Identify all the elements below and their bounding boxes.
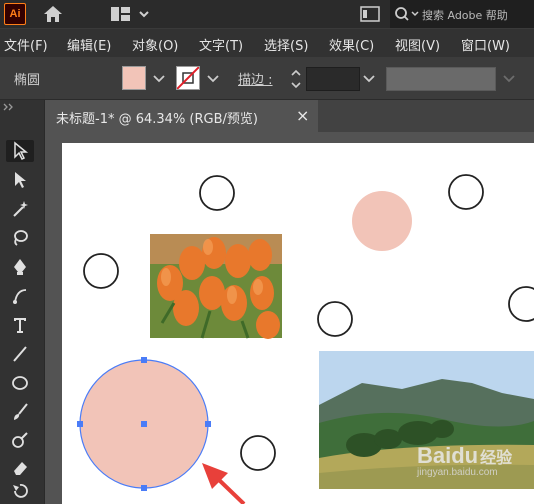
magic-wand-tool[interactable] bbox=[6, 198, 34, 220]
home-icon[interactable] bbox=[42, 4, 64, 24]
artboard[interactable]: Baidu 经验 jingyan.baidu.com bbox=[62, 143, 534, 504]
close-icon[interactable]: × bbox=[296, 106, 309, 125]
ellipse-tool[interactable] bbox=[6, 372, 34, 394]
document-tab-title: 未标题-1* @ 64.34% (RGB/预览) bbox=[56, 112, 258, 127]
pen-icon bbox=[14, 259, 26, 275]
selection-type-label: 椭圆 bbox=[14, 73, 41, 88]
magic-wand-icon bbox=[13, 201, 28, 217]
paintbrush-tool[interactable] bbox=[6, 401, 34, 423]
tools-panel bbox=[0, 100, 45, 504]
direct-selection-arrow-icon bbox=[15, 172, 26, 188]
menu-select[interactable]: 选择(S) bbox=[264, 35, 308, 54]
no-stroke-icon bbox=[177, 67, 199, 89]
lasso-icon bbox=[14, 230, 28, 246]
menu-type[interactable]: 文字(T) bbox=[199, 35, 243, 54]
direct-selection-tool[interactable] bbox=[6, 169, 34, 191]
small-circle[interactable] bbox=[317, 301, 353, 337]
app-title-bar: Ai 搜索 Adobe 帮助 bbox=[0, 0, 534, 28]
line-tool[interactable] bbox=[6, 343, 34, 365]
small-circle[interactable] bbox=[240, 435, 276, 471]
workspace-switcher-icon[interactable] bbox=[110, 5, 150, 23]
pen-tool[interactable] bbox=[6, 256, 34, 278]
blob-brush-tool[interactable] bbox=[6, 430, 34, 452]
type-tool[interactable] bbox=[6, 314, 34, 336]
control-bar: 椭圆 描边 : bbox=[0, 57, 534, 100]
variable-width-profile[interactable] bbox=[386, 67, 496, 91]
rotate-icon bbox=[13, 484, 28, 498]
search-icon bbox=[395, 7, 419, 21]
menu-object[interactable]: 对象(O) bbox=[132, 35, 178, 54]
selection-arrow-icon bbox=[14, 141, 29, 161]
small-circle[interactable] bbox=[83, 253, 119, 289]
eraser-tool[interactable] bbox=[6, 457, 34, 479]
stroke-stepper[interactable] bbox=[288, 66, 304, 92]
menu-view[interactable]: 视图(V) bbox=[395, 35, 440, 54]
watermark-brand-cn: 经验 bbox=[480, 450, 513, 467]
pink-filled-circle[interactable] bbox=[352, 191, 412, 251]
chevron-down-icon[interactable] bbox=[204, 71, 222, 85]
tulip-image[interactable] bbox=[150, 234, 282, 339]
chevron-down-icon[interactable] bbox=[360, 71, 378, 85]
lasso-tool[interactable] bbox=[6, 227, 34, 249]
watermark-brand: Baidu bbox=[417, 443, 479, 468]
selection-tool[interactable] bbox=[6, 140, 34, 162]
curvature-pen-icon bbox=[13, 289, 27, 304]
ellipse-icon bbox=[12, 376, 28, 390]
eraser-icon bbox=[14, 462, 27, 475]
stroke-weight-input[interactable] bbox=[306, 67, 360, 91]
baidu-watermark: Baidu 经验 jingyan.baidu.com bbox=[417, 443, 512, 478]
small-circle[interactable] bbox=[448, 174, 484, 210]
paintbrush-icon bbox=[14, 403, 28, 420]
selected-circle[interactable] bbox=[77, 357, 211, 491]
stroke-color-swatch[interactable] bbox=[176, 66, 200, 90]
collapse-panel-icon[interactable] bbox=[2, 102, 16, 112]
search-label: 搜索 Adobe 帮助 bbox=[422, 9, 508, 22]
small-circle[interactable] bbox=[199, 175, 235, 211]
curvature-tool[interactable] bbox=[6, 285, 34, 307]
type-t-icon bbox=[14, 318, 26, 333]
menu-bar: 文件(F) 编辑(E) 对象(O) 文字(T) 选择(S) 效果(C) 视图(V… bbox=[0, 28, 534, 57]
small-circle[interactable] bbox=[508, 286, 534, 322]
menu-window[interactable]: 窗口(W) bbox=[461, 35, 510, 54]
search-box[interactable]: 搜索 Adobe 帮助 bbox=[390, 0, 534, 28]
app-logo: Ai bbox=[4, 3, 26, 25]
line-segment-icon bbox=[13, 346, 27, 362]
annotation-arrow bbox=[202, 463, 246, 504]
chevron-down-icon[interactable] bbox=[150, 71, 168, 85]
chevron-down-icon[interactable] bbox=[500, 71, 518, 85]
document-tab[interactable]: 未标题-1* @ 64.34% (RGB/预览) × bbox=[48, 100, 318, 132]
blob-brush-icon bbox=[12, 432, 28, 448]
fill-color-swatch[interactable] bbox=[122, 66, 146, 90]
panel-icon[interactable] bbox=[360, 5, 380, 23]
watermark-url: jingyan.baidu.com bbox=[417, 467, 498, 478]
stroke-label[interactable]: 描边 : bbox=[238, 69, 273, 88]
menu-effect[interactable]: 效果(C) bbox=[329, 35, 374, 54]
menu-edit[interactable]: 编辑(E) bbox=[67, 35, 111, 54]
menu-file[interactable]: 文件(F) bbox=[4, 35, 48, 54]
rotate-tool[interactable] bbox=[6, 480, 34, 502]
